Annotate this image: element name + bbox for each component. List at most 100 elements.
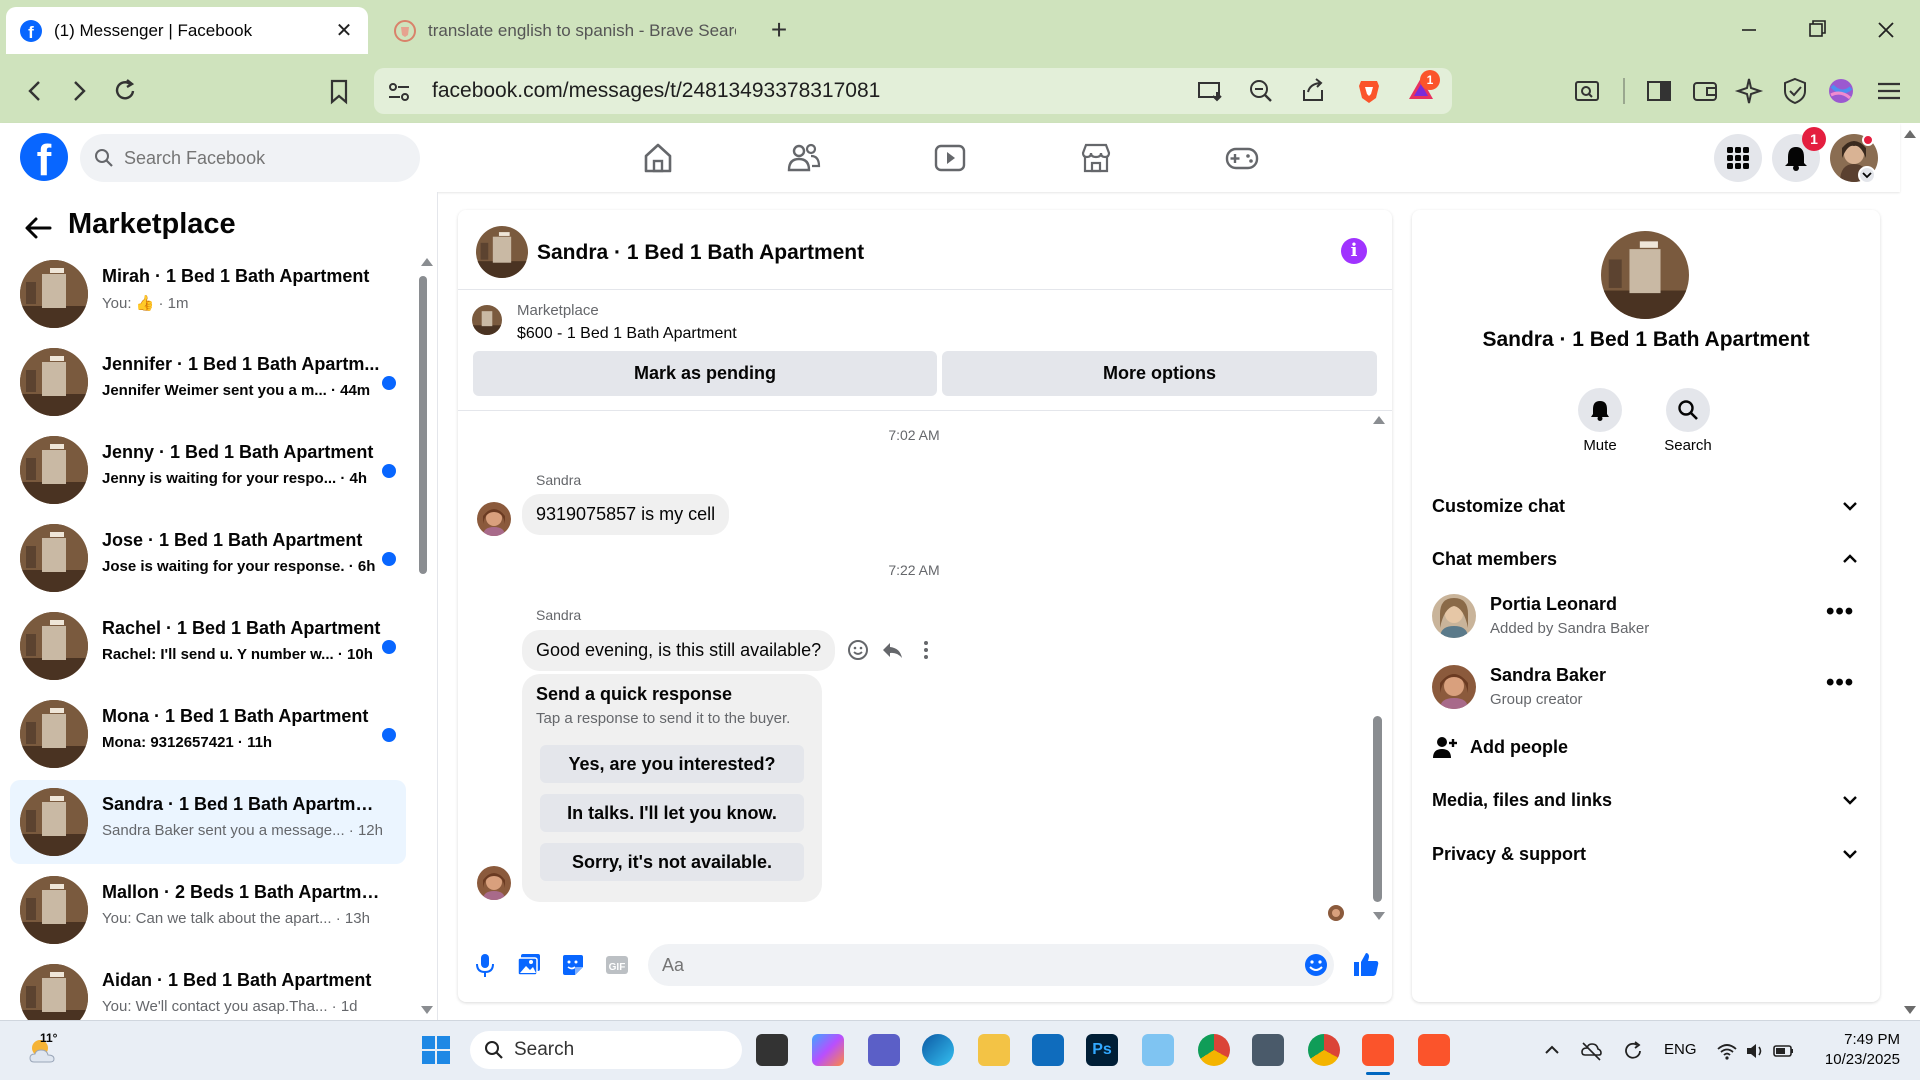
menu-grid-button[interactable] [1714, 134, 1762, 182]
sender-avatar[interactable] [477, 866, 511, 900]
volume-icon[interactable] [1744, 1040, 1766, 1062]
wallet-icon[interactable] [1688, 74, 1722, 108]
more-horizontal-icon[interactable]: ••• [1826, 669, 1854, 697]
more-vertical-icon[interactable] [914, 638, 938, 662]
conversation-item[interactable]: Rachel · 1 Bed 1 Bath Apartment Rachel: I… [10, 604, 406, 688]
scroll-up-icon[interactable] [420, 256, 434, 268]
marketplace-icon[interactable] [1076, 138, 1116, 178]
thumbs-up-icon[interactable] [1352, 950, 1379, 976]
emoji-icon[interactable] [1303, 952, 1329, 978]
chrome-icon[interactable] [1308, 1034, 1340, 1066]
search-input[interactable] [124, 147, 384, 169]
sync-off-icon[interactable] [1580, 1040, 1602, 1062]
home-icon[interactable] [638, 138, 678, 178]
reader-mode-icon[interactable] [1570, 74, 1604, 108]
gif-icon[interactable]: GIF [604, 952, 630, 978]
member-avatar[interactable] [1432, 665, 1476, 709]
tab-close-icon[interactable]: ✕ [334, 18, 354, 43]
app-icon[interactable] [1142, 1034, 1174, 1066]
reply-icon[interactable] [880, 638, 904, 662]
chevron-up-icon[interactable] [1542, 1040, 1562, 1060]
battery-icon[interactable] [1772, 1040, 1796, 1062]
brave-icon[interactable] [1362, 1034, 1394, 1066]
sender-avatar[interactable] [477, 502, 511, 536]
windows-start-icon[interactable] [420, 1034, 452, 1066]
page-scroll-up-icon[interactable] [1903, 128, 1917, 140]
taskbar-search[interactable]: Search [470, 1031, 742, 1069]
edge-icon[interactable] [922, 1034, 954, 1066]
forward-icon[interactable] [62, 74, 96, 108]
leo-ai-icon[interactable] [1732, 74, 1766, 108]
sticker-icon[interactable] [560, 952, 586, 978]
back-icon[interactable] [18, 74, 52, 108]
quick-response-button[interactable]: Yes, are you interested? [540, 745, 804, 783]
tab-messenger[interactable]: f (1) Messenger | Facebook ✕ [6, 7, 368, 54]
media-files-row[interactable]: Media, files and links [1432, 780, 1860, 820]
task-view-icon[interactable] [756, 1034, 788, 1066]
chevron-down-icon[interactable] [1858, 166, 1876, 184]
privacy-support-row[interactable]: Privacy & support [1432, 834, 1860, 874]
info-icon[interactable]: i [1341, 238, 1367, 264]
member-avatar[interactable] [1432, 594, 1476, 638]
clock-date[interactable]: 10/23/2025 [1810, 1051, 1900, 1068]
chrome-icon[interactable] [1198, 1034, 1230, 1066]
member-row[interactable]: Sandra Baker Group creator ••• [1432, 659, 1860, 719]
close-window-icon[interactable] [1866, 14, 1906, 46]
chat-members-row[interactable]: Chat members [1432, 539, 1860, 579]
chat-scrollbar[interactable] [1373, 716, 1382, 902]
conversation-item[interactable]: Mona · 1 Bed 1 Bath Apartment Mona: 93126… [10, 692, 406, 776]
facebook-search[interactable] [80, 134, 420, 182]
conversation-item[interactable]: Jose · 1 Bed 1 Bath Apartment Jose is wai… [10, 516, 406, 600]
member-row[interactable]: Portia Leonard Added by Sandra Baker ••• [1432, 588, 1860, 648]
video-icon[interactable] [930, 138, 970, 178]
restore-icon[interactable] [1796, 14, 1836, 46]
brave-shields-icon[interactable] [1352, 74, 1386, 108]
more-horizontal-icon[interactable]: ••• [1826, 598, 1854, 626]
chat-scroll-down-icon[interactable] [1372, 910, 1386, 922]
clock-time[interactable]: 7:49 PM [1820, 1031, 1900, 1048]
react-emoji-icon[interactable] [846, 638, 870, 662]
conversation-item[interactable]: Mirah · 1 Bed 1 Bath Apartment You: 👍 · 1… [10, 252, 406, 336]
quick-response-button[interactable]: In talks. I'll let you know. [540, 794, 804, 832]
back-arrow-icon[interactable] [24, 214, 52, 242]
photo-icon[interactable] [516, 952, 542, 978]
friends-icon[interactable] [784, 138, 824, 178]
more-options-button[interactable]: More options [942, 351, 1377, 396]
message-bubble[interactable]: 9319075857 is my cell [522, 494, 730, 535]
app-icon[interactable] [1252, 1034, 1284, 1066]
conversation-item[interactable]: Jenny · 1 Bed 1 Bath Apartment Jenny is w… [10, 428, 406, 512]
vpn-icon[interactable] [1778, 74, 1812, 108]
message-input-field[interactable] [662, 954, 1262, 976]
info-avatar[interactable] [1601, 231, 1689, 319]
photoshop-icon[interactable]: Ps [1086, 1034, 1118, 1066]
listing-thumbnail[interactable] [472, 305, 502, 335]
zoom-out-icon[interactable] [1244, 74, 1278, 108]
facebook-logo-icon[interactable]: f [20, 133, 68, 181]
language-indicator[interactable]: ENG [1664, 1041, 1697, 1058]
file-explorer-icon[interactable] [978, 1034, 1010, 1066]
add-people-row[interactable]: Add people [1432, 727, 1860, 767]
mute-button[interactable] [1578, 388, 1622, 432]
menu-icon[interactable] [1872, 74, 1906, 108]
conversation-item[interactable]: Sandra · 1 Bed 1 Bath Apartment Sandra Ba… [10, 780, 406, 864]
search-chat-button[interactable] [1666, 388, 1710, 432]
tab-brave-search[interactable]: translate english to spanish - Brave Sea… [380, 7, 750, 54]
share-icon[interactable] [1296, 74, 1330, 108]
page-scroll-down-icon[interactable] [1903, 1004, 1917, 1016]
chat-scroll-up-icon[interactable] [1372, 414, 1386, 426]
sidebar-scrollbar[interactable] [419, 276, 427, 574]
outlook-icon[interactable] [1032, 1034, 1064, 1066]
quick-response-button[interactable]: Sorry, it's not available. [540, 843, 804, 881]
profile-icon[interactable] [1824, 74, 1858, 108]
message-input[interactable] [648, 944, 1334, 986]
listing-price[interactable]: $600 - 1 Bed 1 Bath Apartment [517, 325, 737, 343]
conversation-item[interactable]: Mallon · 2 Beds 1 Bath Apartment You: Can… [10, 868, 406, 952]
message-bubble[interactable]: Good evening, is this still available? [522, 630, 836, 671]
gaming-icon[interactable] [1222, 138, 1262, 178]
bookmark-icon[interactable] [322, 74, 356, 108]
mark-as-pending-button[interactable]: Mark as pending [473, 351, 937, 396]
copilot-icon[interactable] [812, 1034, 844, 1066]
scroll-down-icon[interactable] [420, 1004, 434, 1016]
site-settings-icon[interactable] [386, 79, 412, 105]
url-text[interactable]: facebook.com/messages/t/2481349337831708… [432, 79, 880, 103]
